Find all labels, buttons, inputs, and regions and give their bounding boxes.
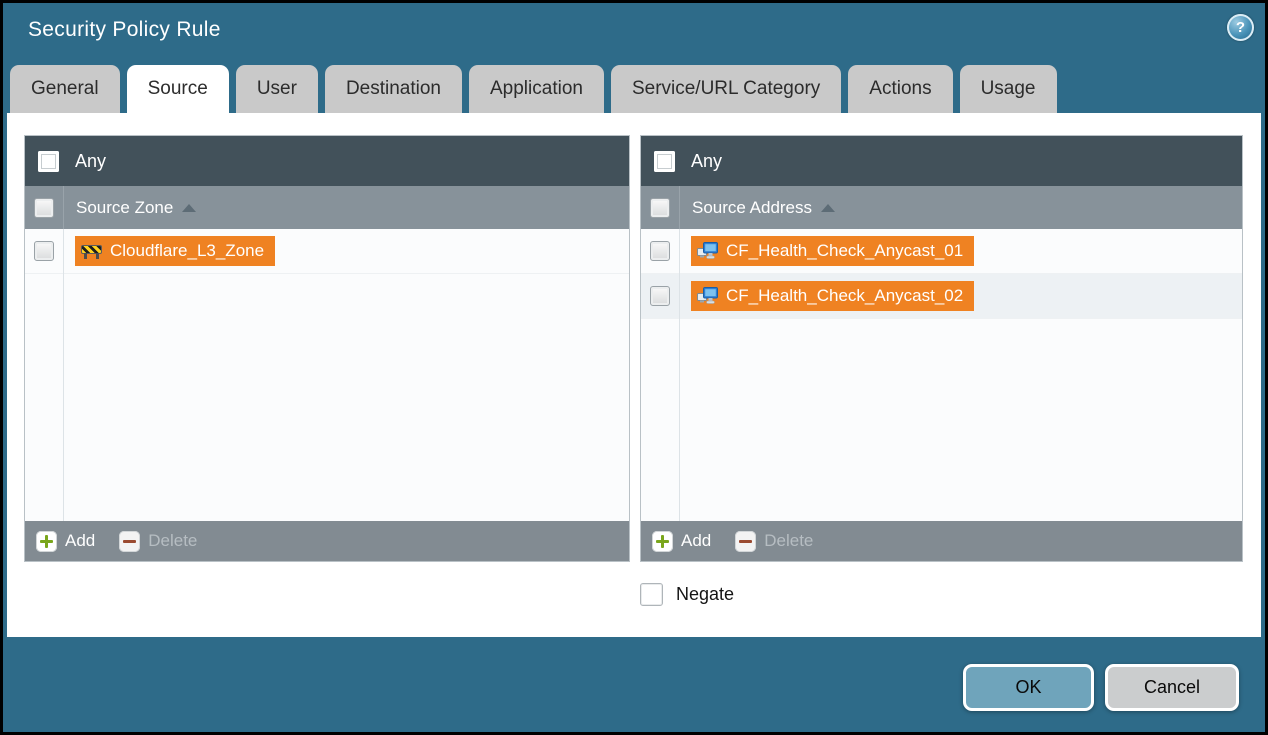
tab-destination[interactable]: Destination bbox=[325, 65, 462, 113]
negate-control: Negate bbox=[640, 583, 734, 606]
address-icon bbox=[697, 242, 718, 260]
cancel-button[interactable]: Cancel bbox=[1105, 664, 1239, 711]
zone-any-label: Any bbox=[75, 151, 106, 172]
zone-column-label: Source Zone bbox=[76, 198, 173, 218]
tab-source[interactable]: Source bbox=[127, 65, 229, 113]
negate-checkbox[interactable] bbox=[640, 583, 663, 606]
row-checkbox-cell bbox=[641, 241, 679, 261]
address-column-label: Source Address bbox=[692, 198, 812, 218]
address-header-checkbox-cell bbox=[641, 186, 680, 229]
zone-select-all-checkbox[interactable] bbox=[34, 198, 54, 218]
zone-column-title[interactable]: Source Zone bbox=[64, 198, 196, 218]
row-checkbox[interactable] bbox=[650, 241, 670, 261]
zone-any-checkbox[interactable] bbox=[38, 151, 59, 172]
address-chip[interactable]: CF_Health_Check_Anycast_02 bbox=[691, 281, 974, 311]
tab-user[interactable]: User bbox=[236, 65, 318, 113]
security-policy-rule-dialog: Security Policy Rule General Source User… bbox=[3, 3, 1265, 732]
tab-usage[interactable]: Usage bbox=[960, 65, 1057, 113]
sort-ascending-icon bbox=[821, 204, 835, 212]
address-rows: CF_Health_Check_Anycast_01 bbox=[641, 229, 1242, 521]
address-any-checkbox[interactable] bbox=[654, 151, 675, 172]
tab-general[interactable]: General bbox=[10, 65, 120, 113]
zone-toolbar: Add Delete bbox=[25, 521, 629, 561]
negate-label: Negate bbox=[676, 584, 734, 605]
table-row[interactable]: CF_Health_Check_Anycast_01 bbox=[641, 229, 1242, 274]
source-zone-panel: Any Source Zone Cloudfla bbox=[24, 135, 630, 562]
delete-label: Delete bbox=[148, 531, 197, 551]
row-checkbox-cell bbox=[25, 241, 63, 261]
help-icon[interactable] bbox=[1227, 14, 1254, 41]
plus-icon bbox=[652, 531, 673, 552]
zone-any-header: Any bbox=[25, 136, 629, 186]
row-checkbox[interactable] bbox=[650, 286, 670, 306]
address-column-title[interactable]: Source Address bbox=[680, 198, 835, 218]
delete-button[interactable]: Delete bbox=[119, 531, 197, 552]
delete-label: Delete bbox=[764, 531, 813, 551]
table-row[interactable]: Cloudflare_L3_Zone bbox=[25, 229, 629, 274]
table-row[interactable]: CF_Health_Check_Anycast_02 bbox=[641, 274, 1242, 319]
minus-icon bbox=[735, 531, 756, 552]
zone-icon bbox=[81, 243, 102, 259]
address-toolbar: Add Delete bbox=[641, 521, 1242, 561]
dialog-title: Security Policy Rule bbox=[28, 18, 221, 42]
plus-icon bbox=[36, 531, 57, 552]
zone-header-checkbox-cell bbox=[25, 186, 64, 229]
add-label: Add bbox=[65, 531, 95, 551]
address-icon bbox=[697, 287, 718, 305]
row-checkbox[interactable] bbox=[34, 241, 54, 261]
address-chip[interactable]: CF_Health_Check_Anycast_01 bbox=[691, 236, 974, 266]
address-any-label: Any bbox=[691, 151, 722, 172]
address-select-all-checkbox[interactable] bbox=[650, 198, 670, 218]
zone-column-header: Source Zone bbox=[25, 186, 629, 229]
tab-application[interactable]: Application bbox=[469, 65, 604, 113]
tab-actions[interactable]: Actions bbox=[848, 65, 952, 113]
ok-button[interactable]: OK bbox=[963, 664, 1094, 711]
address-name: CF_Health_Check_Anycast_02 bbox=[726, 286, 963, 306]
delete-button[interactable]: Delete bbox=[735, 531, 813, 552]
source-address-panel: Any Source Address bbox=[640, 135, 1243, 562]
minus-icon bbox=[119, 531, 140, 552]
add-button[interactable]: Add bbox=[36, 531, 95, 552]
sort-ascending-icon bbox=[182, 204, 196, 212]
address-name: CF_Health_Check_Anycast_01 bbox=[726, 241, 963, 261]
zone-chip[interactable]: Cloudflare_L3_Zone bbox=[75, 236, 275, 266]
address-any-header: Any bbox=[641, 136, 1242, 186]
zone-rows: Cloudflare_L3_Zone bbox=[25, 229, 629, 521]
add-button[interactable]: Add bbox=[652, 531, 711, 552]
tab-service-url-category[interactable]: Service/URL Category bbox=[611, 65, 841, 113]
add-label: Add bbox=[681, 531, 711, 551]
tab-bar: General Source User Destination Applicat… bbox=[10, 65, 1057, 113]
source-tab-content: Any Source Zone Cloudfla bbox=[7, 113, 1261, 637]
zone-name: Cloudflare_L3_Zone bbox=[110, 241, 264, 261]
address-column-header: Source Address bbox=[641, 186, 1242, 229]
row-checkbox-cell bbox=[641, 286, 679, 306]
